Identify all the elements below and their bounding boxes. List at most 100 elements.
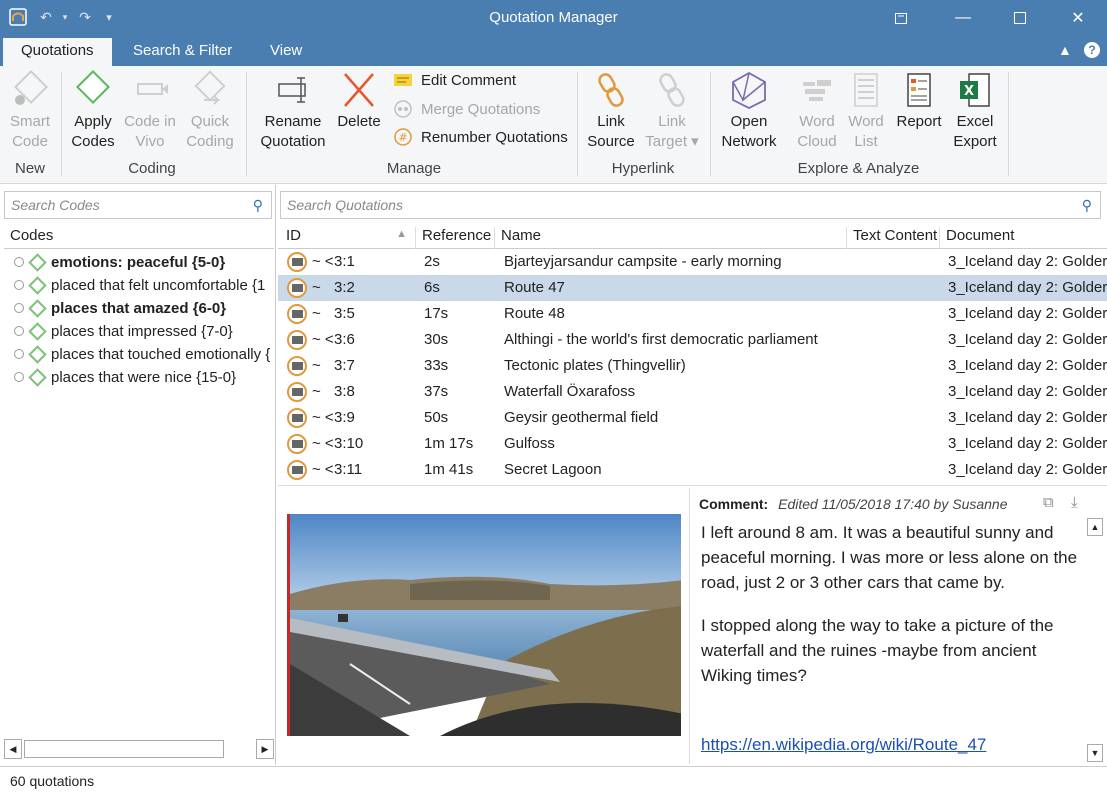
expand-circle-icon[interactable] [14,372,24,382]
quotation-document: 3_Iceland day 2: Golder [948,305,1107,322]
quotation-document: 3_Iceland day 2: Golder [948,461,1107,478]
table-row[interactable]: ~ <3:9 50s Geysir geothermal field 3_Icelan… [278,405,1107,431]
scroll-left-icon[interactable]: ◀ [4,739,22,759]
expand-circle-icon[interactable] [14,349,24,359]
quotation-document: 3_Iceland day 2: Golder [948,409,1107,426]
open-network-button[interactable]: Open Network [716,70,782,152]
code-item[interactable]: places that were nice {15-0} [14,366,272,388]
code-item[interactable]: emotions: peaceful {5-0} [14,251,272,273]
column-header-name[interactable]: Name [495,227,847,249]
code-item[interactable]: places that amazed {6-0} [14,297,272,319]
report-button[interactable]: Report [893,70,945,132]
code-diamond-icon [28,252,47,272]
quotation-marks: ~ [312,305,321,322]
code-item[interactable]: placed that felt uncomfortable {1 [14,274,272,296]
scroll-thumb[interactable] [24,740,224,758]
expand-circle-icon[interactable] [14,303,24,313]
column-header-text-content[interactable]: Text Content [847,227,940,249]
expand-circle-icon[interactable] [14,326,24,336]
close-icon[interactable]: ✕ [1055,0,1101,36]
codes-pane: Search Codes ⚲ Codes emotions: peaceful … [0,185,276,765]
link-source-button[interactable]: Link Source [584,70,638,152]
rename-quotation-button[interactable]: Rename Quotation [255,70,331,152]
open-external-icon[interactable]: ⧉ [1043,494,1054,511]
search-icon[interactable]: ⚲ [253,197,263,214]
minimize-icon[interactable]: — [940,0,986,36]
ribbon-display-options-icon[interactable] [878,0,924,36]
column-header-id[interactable]: ID ▲ [280,227,416,249]
quotation-id: 3:7 [334,357,355,374]
apply-codes-button[interactable]: Apply Codes [66,70,120,152]
sort-ascending-icon: ▲ [396,228,407,240]
comment-body[interactable]: I left around 8 am. It was a beautiful s… [701,520,1081,775]
code-item[interactable]: places that touched emotionally { [14,343,272,365]
table-row[interactable]: ~ <3:10 1m 17s Gulfoss 3_Iceland day 2: Gol… [278,431,1107,457]
quotation-image [287,514,681,736]
table-row[interactable]: ~3:5 17s Route 48 3_Iceland day 2: Golder [278,301,1107,327]
code-item[interactable]: places that impressed {7-0} [14,320,272,342]
codes-column-header[interactable]: Codes [4,227,274,249]
scroll-right-icon[interactable]: ▶ [256,739,274,759]
code-label: places that touched emotionally { [51,345,271,363]
edit-comment-button[interactable]: Edit Comment [393,72,516,89]
vertical-scrollbar[interactable]: ▲ ▼ [1087,518,1103,762]
word-cloud-button[interactable]: Word Cloud [793,70,841,152]
table-row[interactable]: ~ <3:1 2s Bjarteyjarsandur campsite - earl… [278,249,1107,275]
table-row[interactable]: ~3:2 6s Route 47 3_Iceland day 2: Golder [278,275,1107,301]
scroll-up-icon[interactable]: ▲ [1087,518,1103,536]
pane-divider[interactable] [278,485,1107,486]
quotation-preview [278,488,690,764]
quotation-name: Gulfoss [504,435,555,452]
quotation-name: Route 47 [504,279,565,296]
tab-search-filter[interactable]: Search & Filter [115,36,250,66]
word-list-button[interactable]: Word List [843,70,889,152]
quotation-id: 3:6 [334,331,355,348]
edit-comment-icon [394,73,412,86]
code-in-vivo-button[interactable]: Code in Vivo [122,70,178,152]
search-quotations-input[interactable]: Search Quotations ⚲ [280,191,1101,219]
quotation-name: Waterfall Öxarafoss [504,383,636,400]
link-target-button[interactable]: Link Target ▾ [642,70,702,152]
code-diamond-icon [28,367,47,387]
table-row[interactable]: ~ <3:6 30s Althingi - the world's first de… [278,327,1107,353]
delete-button[interactable]: Delete [334,70,384,132]
tab-view[interactable]: View [252,36,320,66]
expand-circle-icon[interactable] [14,280,24,290]
search-codes-input[interactable]: Search Codes ⚲ [4,191,272,219]
table-row[interactable]: ~ <3:11 1m 41s Secret Lagoon 3_Iceland day … [278,457,1107,483]
rename-quotation-label: Rename Quotation [260,113,326,150]
comment-link[interactable]: https://en.wikipedia.org/wiki/Route_47 [701,735,986,754]
table-row[interactable]: ~3:8 37s Waterfall Öxarafoss 3_Iceland day … [278,379,1107,405]
report-label: Report [896,113,942,130]
quotation-marks: ~ < [312,253,334,270]
expand-circle-icon[interactable] [14,257,24,267]
code-label: places that were nice {15-0} [51,368,237,386]
quick-coding-button[interactable]: Quick Coding [182,70,238,152]
table-row[interactable]: ~3:7 33s Tectonic plates (Thingvellir) 3_Ic… [278,353,1107,379]
scroll-down-icon[interactable]: ▼ [1087,744,1103,762]
save-comment-icon[interactable]: ⤓ [1071,494,1078,511]
code-diamond-icon [28,321,47,341]
comment-panel: Comment: Edited 11/05/2018 17:40 by Susa… [691,488,1107,764]
column-header-reference[interactable]: Reference [416,227,495,249]
word-list-icon [844,70,888,110]
column-header-id-label: ID [286,227,301,244]
tab-quotations[interactable]: Quotations [3,38,112,66]
excel-export-button[interactable]: X Excel Export [949,70,1001,152]
quotation-document: 3_Iceland day 2: Golder [948,253,1107,270]
video-quotation-icon [287,356,307,376]
code-in-vivo-icon [128,70,172,110]
column-header-document[interactable]: Document [940,227,1107,249]
search-icon[interactable]: ⚲ [1082,197,1092,214]
maximize-icon[interactable] [997,0,1043,36]
help-icon[interactable]: ? [1084,42,1100,58]
merge-quotations-button[interactable]: Merge Quotations [393,100,540,118]
comment-label: Comment: [699,496,769,512]
collapse-ribbon-icon[interactable]: ▲ [1058,42,1072,58]
group-label-explore: Explore & Analyze [797,160,920,177]
renumber-quotations-button[interactable]: # Renumber Quotations [393,128,568,146]
horizontal-scrollbar[interactable]: ◀ ▶ [4,739,274,759]
quotation-name: Geysir geothermal field [504,409,659,426]
smart-code-button[interactable]: Smart Code [4,70,56,152]
link-source-icon [589,70,633,110]
